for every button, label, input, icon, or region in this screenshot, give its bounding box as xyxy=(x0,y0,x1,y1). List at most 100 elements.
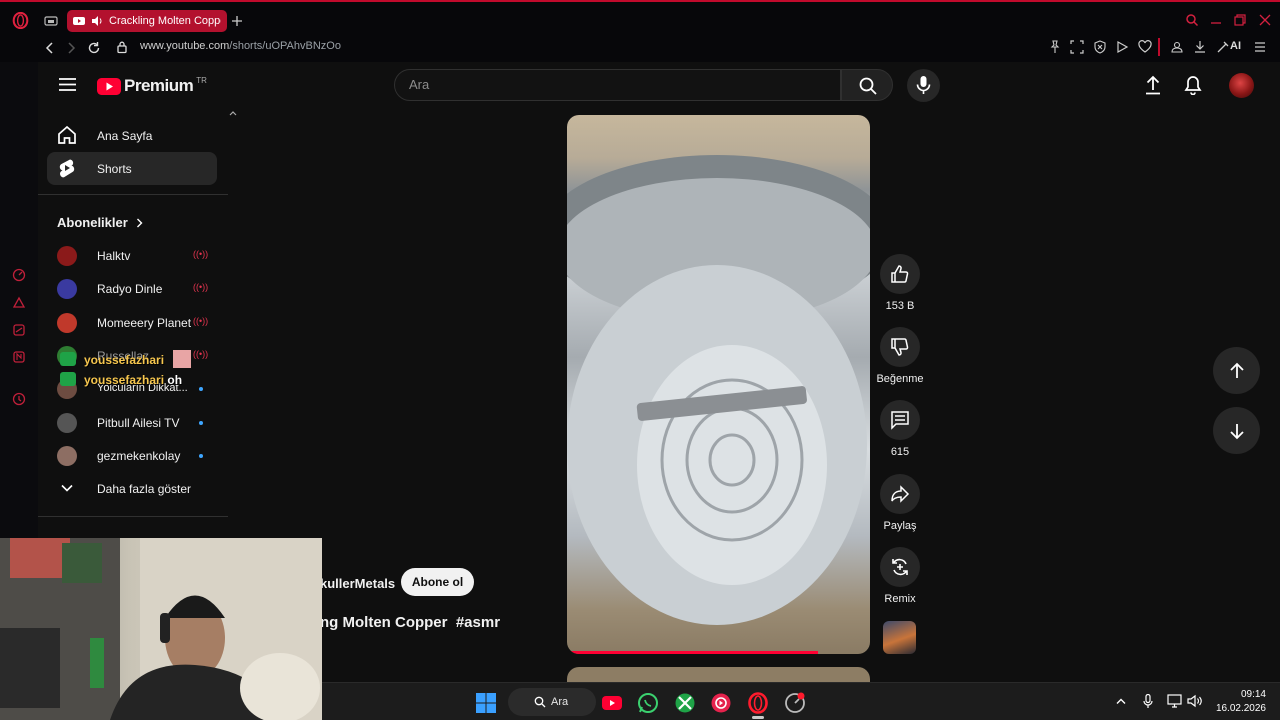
channel-avatar xyxy=(57,413,77,433)
new-content-dot xyxy=(199,454,203,458)
subscription-momeeery-planet[interactable]: Momeeery Planet ((•)) xyxy=(57,312,217,334)
tray-overflow-chevron-icon[interactable] xyxy=(1116,697,1126,705)
download-icon[interactable] xyxy=(1193,40,1207,54)
dislike-action[interactable]: Beğenme xyxy=(872,327,928,385)
music-player-icon[interactable] xyxy=(12,350,26,364)
chat-message: youssefazhari oh xyxy=(60,372,182,387)
lock-icon[interactable] xyxy=(115,40,129,54)
dislike-label: Beğenme xyxy=(876,373,924,385)
aria-ai-icon[interactable] xyxy=(1216,40,1230,54)
speedometer-app-icon[interactable] xyxy=(784,692,806,714)
comment-count: 615 xyxy=(890,446,910,458)
hashtag-link[interactable]: #asmr xyxy=(456,614,500,631)
channel-avatar xyxy=(57,446,77,466)
chat-text: oh xyxy=(167,373,183,387)
xbox-icon[interactable] xyxy=(674,692,696,714)
subscription-gezmekenkolay[interactable]: gezmekenkolay xyxy=(57,445,217,467)
volume-icon[interactable] xyxy=(1187,694,1202,708)
share-action[interactable]: Paylaş xyxy=(872,474,928,532)
forward-icon[interactable] xyxy=(64,41,78,55)
upload-icon[interactable] xyxy=(1144,75,1162,95)
voice-search-button[interactable] xyxy=(907,69,940,102)
snapshot-icon[interactable] xyxy=(1070,40,1084,54)
messenger-icon[interactable] xyxy=(12,323,26,337)
shorts-video-player[interactable] xyxy=(567,115,870,654)
webcam-overlay xyxy=(0,538,322,720)
remix-button[interactable] xyxy=(880,547,920,587)
ai-label[interactable]: AI xyxy=(1230,40,1241,52)
history-icon[interactable] xyxy=(12,392,26,406)
account-icon[interactable] xyxy=(1170,40,1184,54)
close-window-icon[interactable] xyxy=(1258,13,1272,27)
opera-logo-icon[interactable] xyxy=(12,12,29,29)
crypto-wallet-icon[interactable] xyxy=(12,296,26,310)
audio-track-thumbnail[interactable] xyxy=(883,621,916,654)
previous-short-button[interactable] xyxy=(1213,347,1260,394)
url-field[interactable]: www.youtube.com/shorts/uOPAhvBNzOo xyxy=(140,40,341,52)
bookmark-heart-icon[interactable] xyxy=(1138,40,1152,54)
channel-avatar xyxy=(57,313,77,333)
youtube-app-icon[interactable] xyxy=(601,692,623,714)
scroll-up-caret-icon[interactable] xyxy=(229,110,237,116)
nav-home-label: Ana Sayfa xyxy=(97,129,153,143)
player-icon[interactable] xyxy=(1115,40,1129,54)
search-button[interactable] xyxy=(841,69,893,101)
opera-taskbar-icon[interactable] xyxy=(747,692,769,714)
live-indicator-icon: ((•)) xyxy=(193,316,209,326)
restore-icon[interactable] xyxy=(1233,13,1247,27)
channel-name[interactable]: kullerMetals xyxy=(320,576,395,591)
media-player-icon[interactable] xyxy=(710,692,732,714)
remix-icon xyxy=(892,558,908,576)
subscription-name: Momeeery Planet xyxy=(97,316,192,330)
subscriptions-header[interactable]: Abonelikler xyxy=(57,215,143,230)
nav-divider xyxy=(38,516,228,517)
pin-icon[interactable] xyxy=(1048,40,1062,54)
comments-button[interactable] xyxy=(880,400,920,440)
new-content-dot xyxy=(199,421,203,425)
share-button[interactable] xyxy=(880,474,920,514)
clock-date: 16.02.2026 xyxy=(1215,703,1266,714)
taskbar-clock[interactable]: 09:14 16.02.2026 xyxy=(1216,688,1266,716)
nav-home[interactable]: Ana Sayfa xyxy=(47,119,217,152)
search-icon xyxy=(534,696,546,708)
nav-shorts[interactable]: Shorts xyxy=(47,152,217,185)
thumbs-down-icon xyxy=(891,338,909,356)
minimize-icon[interactable] xyxy=(1209,13,1223,27)
nav-shorts-label: Shorts xyxy=(97,162,132,176)
tab-islands-icon[interactable] xyxy=(44,14,58,28)
like-action[interactable]: 153 B xyxy=(872,254,928,312)
whatsapp-icon[interactable] xyxy=(637,692,659,714)
microphone-tray-icon[interactable] xyxy=(1143,694,1153,709)
subscription-pitbull-ailesi[interactable]: Pitbull Ailesi TV xyxy=(57,412,217,434)
active-tab[interactable]: Crackling Molten Copper xyxy=(67,10,227,32)
like-button[interactable] xyxy=(880,254,920,294)
network-icon[interactable] xyxy=(1167,694,1182,708)
subscription-radyo-dinle[interactable]: Radyo Dinle ((•)) xyxy=(57,278,217,300)
new-tab-icon[interactable] xyxy=(230,14,244,28)
next-short-button[interactable] xyxy=(1213,407,1260,454)
reload-icon[interactable] xyxy=(87,41,101,55)
subscription-halktv[interactable]: Halktv ((•)) xyxy=(57,245,217,267)
kick-badge-icon xyxy=(60,372,76,386)
easy-setup-icon[interactable] xyxy=(1253,40,1267,54)
remix-action[interactable]: Remix xyxy=(872,547,928,605)
dislike-button[interactable] xyxy=(880,327,920,367)
user-avatar[interactable] xyxy=(1229,73,1254,98)
kick-badge-icon xyxy=(60,352,76,366)
show-more-button[interactable]: Daha fazla göster xyxy=(57,478,217,500)
speed-dial-icon[interactable] xyxy=(12,268,26,282)
shorts-icon xyxy=(59,159,75,178)
comments-action[interactable]: 615 xyxy=(872,400,928,458)
video-progress-bar[interactable] xyxy=(567,651,819,654)
search-input[interactable]: Ara xyxy=(394,69,841,101)
taskbar-search[interactable]: Ara xyxy=(508,688,596,716)
windows-start-icon[interactable] xyxy=(475,692,497,714)
notifications-bell-icon[interactable] xyxy=(1184,75,1202,95)
microphone-icon xyxy=(916,76,931,94)
search-tabs-icon[interactable] xyxy=(1185,13,1199,27)
back-icon[interactable] xyxy=(43,41,57,55)
adblock-icon[interactable] xyxy=(1093,40,1107,54)
speaker-icon[interactable] xyxy=(91,15,103,27)
channel-avatar xyxy=(57,246,77,266)
subscribe-button[interactable]: Abone ol xyxy=(401,568,474,596)
